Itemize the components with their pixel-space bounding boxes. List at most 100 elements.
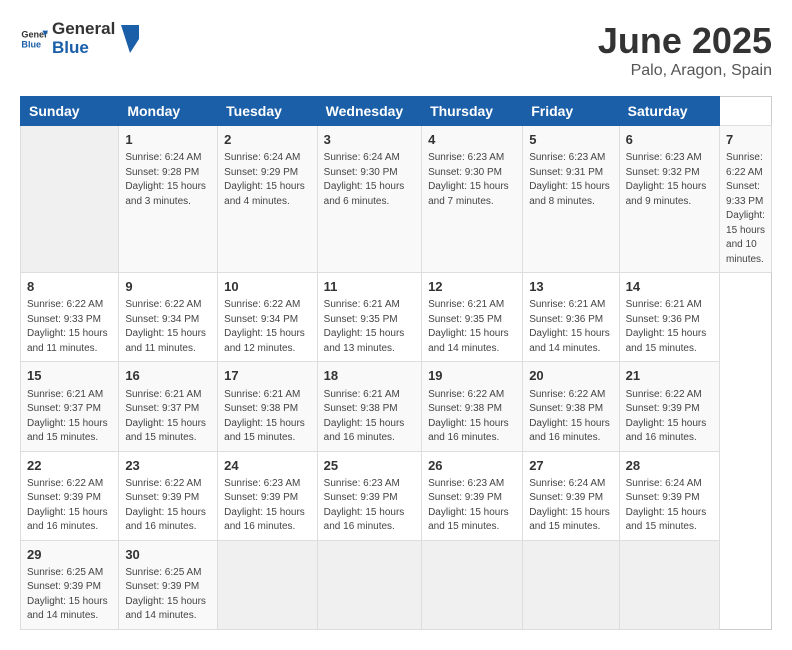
page-subtitle: Palo, Aragon, Spain (598, 62, 772, 80)
day-cell-25: 25 Sunrise: 6:23 AMSunset: 9:39 PMDayligh… (317, 451, 421, 540)
day-cell-20: 20Sunrise: 6:22 AMSunset: 9:38 PMDayligh… (523, 362, 619, 451)
logo-blue: Blue (52, 39, 115, 58)
day-info: Sunrise: 6:22 AMSunset: 9:34 PMDaylight:… (125, 298, 211, 356)
day-info: Sunrise: 6:24 AMSunset: 9:28 PMDaylight:… (125, 151, 211, 209)
day-number: 12 (428, 278, 516, 296)
day-info: Sunrise: 6:22 AMSunset: 9:39 PMDaylight:… (626, 388, 713, 446)
day-cell-2: 2Sunrise: 6:24 AMSunset: 9:29 PMDaylight… (218, 126, 318, 273)
day-info: Sunrise: 6:24 AMSunset: 9:39 PMDaylight:… (626, 477, 713, 535)
day-info: Sunrise: 6:24 AMSunset: 9:39 PMDaylight:… (529, 477, 612, 535)
day-cell-3: 3Sunrise: 6:24 AMSunset: 9:30 PMDaylight… (317, 126, 421, 273)
day-info: Sunrise: 6:23 AMSunset: 9:32 PMDaylight:… (626, 151, 713, 209)
page-title: June 2025 (598, 20, 772, 62)
day-number: 16 (125, 367, 211, 385)
day-number: 27 (529, 457, 612, 475)
day-number: 11 (324, 278, 415, 296)
day-cell-1: 1 Sunrise: 6:24 AMSunset: 9:28 PMDaylight… (119, 126, 218, 273)
calendar-week-row: 22 Sunrise: 6:22 AMSunset: 9:39 PMDayligh… (21, 451, 772, 540)
day-info: Sunrise: 6:23 AMSunset: 9:31 PMDaylight:… (529, 151, 612, 209)
header-tuesday: Tuesday (218, 97, 318, 126)
day-number: 24 (224, 457, 311, 475)
day-cell-17: 17 Sunrise: 6:21 AMSunset: 9:38 PMDayligh… (218, 362, 318, 451)
day-cell-16: 16Sunrise: 6:21 AMSunset: 9:37 PMDayligh… (119, 362, 218, 451)
day-info: Sunrise: 6:21 AMSunset: 9:36 PMDaylight:… (626, 298, 713, 356)
day-cell-7: 7 Sunrise: 6:22 AMSunset: 9:33 PMDaylight… (720, 126, 772, 273)
day-cell-24: 24 Sunrise: 6:23 AMSunset: 9:39 PMDayligh… (218, 451, 318, 540)
calendar-week-row: 29 Sunrise: 6:25 AMSunset: 9:39 PMDayligh… (21, 540, 772, 629)
day-cell-13: 13 Sunrise: 6:21 AMSunset: 9:36 PMDayligh… (523, 273, 619, 362)
day-info: Sunrise: 6:21 AMSunset: 9:37 PMDaylight:… (27, 388, 112, 446)
day-cell-29: 29Sunrise: 6:25 AMSunset: 9:39 PMDayligh… (21, 540, 119, 629)
header-friday: Friday (523, 97, 619, 126)
day-number: 30 (125, 546, 211, 564)
day-number: 14 (626, 278, 713, 296)
day-info: Sunrise: 6:21 AMSunset: 9:35 PMDaylight:… (324, 298, 415, 356)
day-cell-27: 27 Sunrise: 6:24 AMSunset: 9:39 PMDayligh… (523, 451, 619, 540)
day-number: 19 (428, 367, 516, 385)
day-number: 17 (224, 367, 311, 385)
day-number: 21 (626, 367, 713, 385)
header: General Blue General Blue June 2025 Palo… (20, 20, 772, 80)
day-cell-21: 21 Sunrise: 6:22 AMSunset: 9:39 PMDayligh… (619, 362, 719, 451)
logo-general: General (52, 20, 115, 39)
header-sunday: Sunday (21, 97, 119, 126)
logo-icon: General Blue (20, 25, 48, 53)
day-cell-23: 23 Sunrise: 6:22 AMSunset: 9:39 PMDayligh… (119, 451, 218, 540)
day-number: 25 (324, 457, 415, 475)
day-number: 1 (125, 131, 211, 149)
day-info: Sunrise: 6:25 AMSunset: 9:39 PMDaylight:… (125, 566, 211, 624)
day-info: Sunrise: 6:22 AMSunset: 9:39 PMDaylight:… (27, 477, 112, 535)
day-info: Sunrise: 6:22 AMSunset: 9:33 PMDaylight:… (726, 151, 765, 267)
day-number: 23 (125, 457, 211, 475)
header-thursday: Thursday (422, 97, 523, 126)
day-info: Sunrise: 6:21 AMSunset: 9:35 PMDaylight:… (428, 298, 516, 356)
header-wednesday: Wednesday (317, 97, 421, 126)
day-cell-8: 8 Sunrise: 6:22 AMSunset: 9:33 PMDaylight… (21, 273, 119, 362)
day-number: 7 (726, 131, 765, 149)
day-number: 13 (529, 278, 612, 296)
day-info: Sunrise: 6:24 AMSunset: 9:29 PMDaylight:… (224, 151, 311, 209)
day-number: 26 (428, 457, 516, 475)
calendar-table: SundayMondayTuesdayWednesdayThursdayFrid… (20, 96, 772, 630)
empty-day-cell (218, 540, 318, 629)
day-info: Sunrise: 6:22 AMSunset: 9:34 PMDaylight:… (224, 298, 311, 356)
day-info: Sunrise: 6:21 AMSunset: 9:38 PMDaylight:… (324, 388, 415, 446)
day-cell-28: 28Sunrise: 6:24 AMSunset: 9:39 PMDayligh… (619, 451, 719, 540)
empty-day-cell (422, 540, 523, 629)
day-number: 18 (324, 367, 415, 385)
header-monday: Monday (119, 97, 218, 126)
day-cell-12: 12 Sunrise: 6:21 AMSunset: 9:35 PMDayligh… (422, 273, 523, 362)
day-info: Sunrise: 6:23 AMSunset: 9:39 PMDaylight:… (224, 477, 311, 535)
svg-text:Blue: Blue (21, 39, 41, 49)
day-info: Sunrise: 6:22 AMSunset: 9:33 PMDaylight:… (27, 298, 112, 356)
title-area: June 2025 Palo, Aragon, Spain (598, 20, 772, 80)
day-cell-19: 19 Sunrise: 6:22 AMSunset: 9:38 PMDayligh… (422, 362, 523, 451)
header-saturday: Saturday (619, 97, 719, 126)
day-cell-9: 9Sunrise: 6:22 AMSunset: 9:34 PMDaylight… (119, 273, 218, 362)
empty-day-cell (523, 540, 619, 629)
day-info: Sunrise: 6:22 AMSunset: 9:39 PMDaylight:… (125, 477, 211, 535)
day-cell-26: 26Sunrise: 6:23 AMSunset: 9:39 PMDayligh… (422, 451, 523, 540)
day-cell-5: 5 Sunrise: 6:23 AMSunset: 9:31 PMDaylight… (523, 126, 619, 273)
day-info: Sunrise: 6:22 AMSunset: 9:38 PMDaylight:… (428, 388, 516, 446)
day-info: Sunrise: 6:23 AMSunset: 9:39 PMDaylight:… (324, 477, 415, 535)
logo: General Blue General Blue (20, 20, 139, 57)
day-cell-30: 30 Sunrise: 6:25 AMSunset: 9:39 PMDayligh… (119, 540, 218, 629)
logo-chevron-icon (121, 25, 139, 53)
day-info: Sunrise: 6:21 AMSunset: 9:38 PMDaylight:… (224, 388, 311, 446)
day-number: 5 (529, 131, 612, 149)
day-number: 22 (27, 457, 112, 475)
day-info: Sunrise: 6:22 AMSunset: 9:38 PMDaylight:… (529, 388, 612, 446)
day-info: Sunrise: 6:21 AMSunset: 9:36 PMDaylight:… (529, 298, 612, 356)
calendar-header-row: SundayMondayTuesdayWednesdayThursdayFrid… (21, 97, 772, 126)
day-cell-6: 6Sunrise: 6:23 AMSunset: 9:32 PMDaylight… (619, 126, 719, 273)
day-number: 10 (224, 278, 311, 296)
empty-day-cell (317, 540, 421, 629)
day-number: 29 (27, 546, 112, 564)
day-number: 8 (27, 278, 112, 296)
day-info: Sunrise: 6:24 AMSunset: 9:30 PMDaylight:… (324, 151, 415, 209)
empty-day-cell (619, 540, 719, 629)
day-cell-15: 15Sunrise: 6:21 AMSunset: 9:37 PMDayligh… (21, 362, 119, 451)
day-cell-11: 11 Sunrise: 6:21 AMSunset: 9:35 PMDayligh… (317, 273, 421, 362)
empty-day-cell (21, 126, 119, 273)
